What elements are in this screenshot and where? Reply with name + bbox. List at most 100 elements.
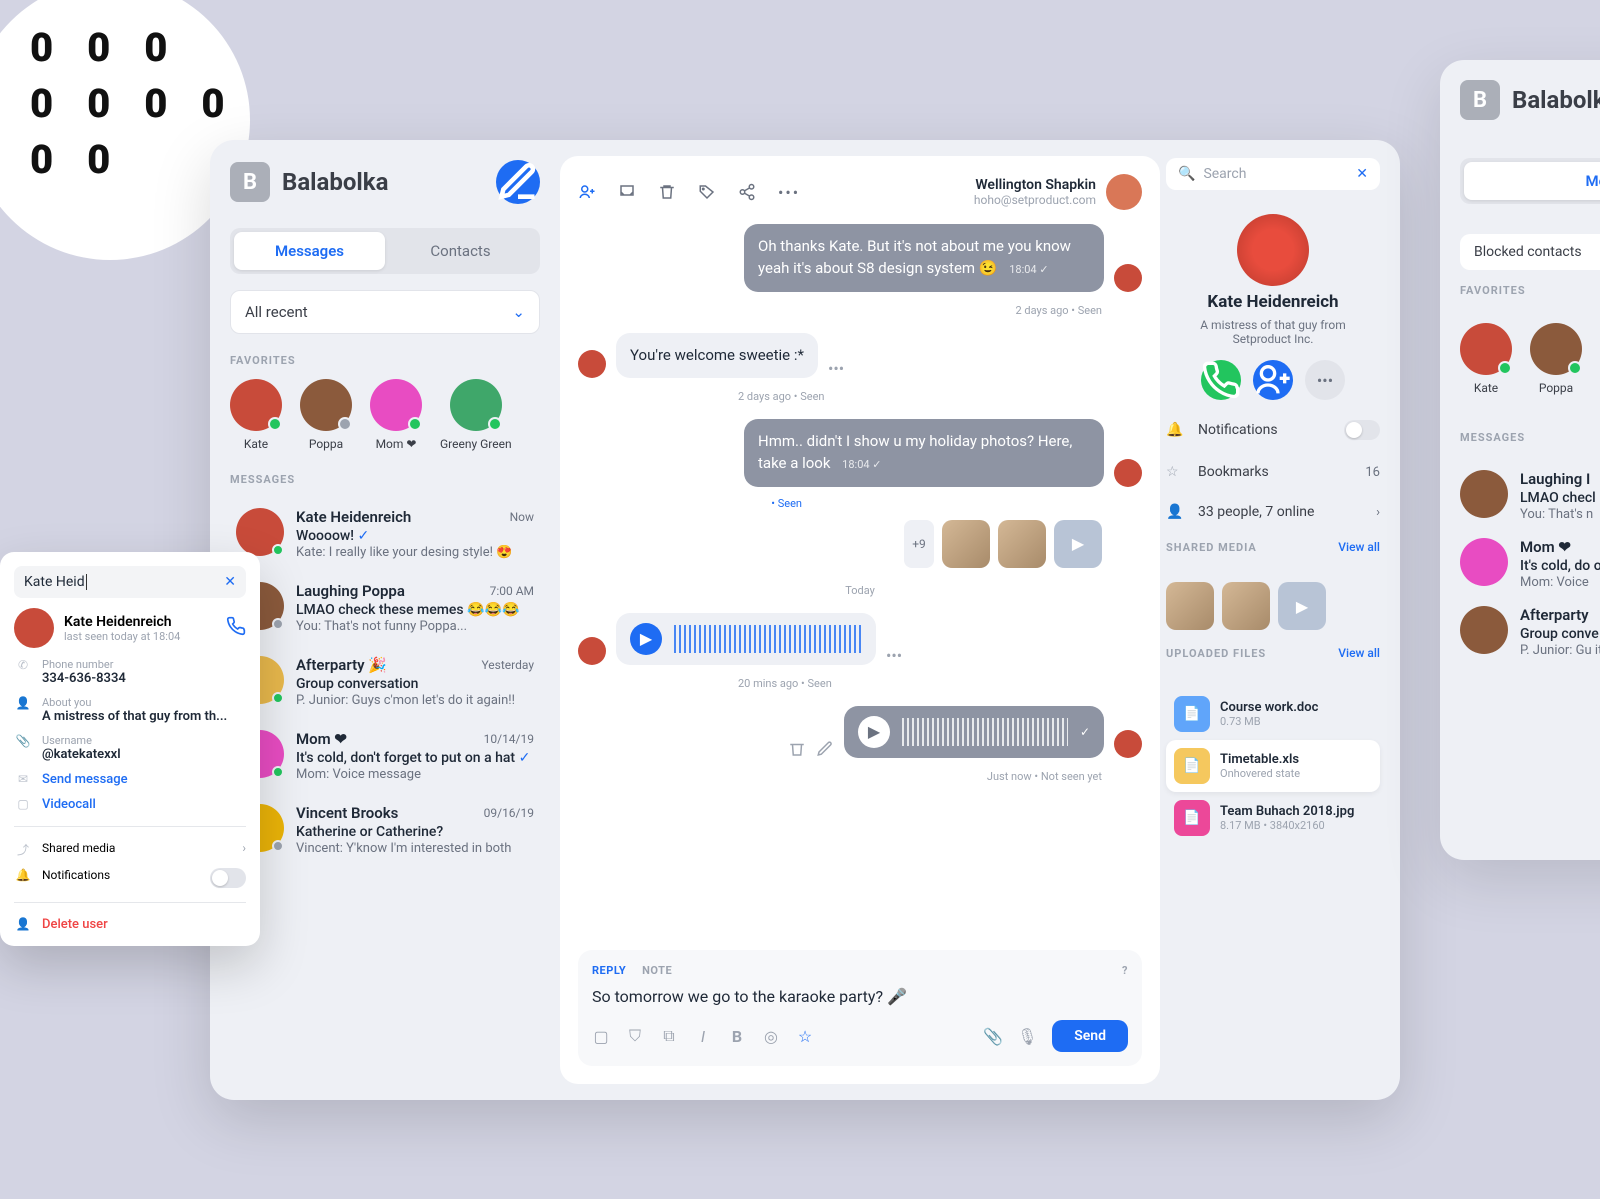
file-item[interactable]: 📄Timetable.xlsOnhovered state	[1166, 740, 1380, 792]
avatar	[578, 637, 606, 665]
filter-dropdown[interactable]: All recent ⌄	[230, 290, 540, 334]
avatar	[1114, 264, 1142, 292]
location-icon[interactable]: ◎	[762, 1027, 780, 1045]
more-icon[interactable]: •••	[778, 183, 800, 202]
main-app-window: B Balabolka Messages Contacts All recent…	[210, 140, 1400, 1100]
message-item[interactable]: Afterparty 🎉YesterdayGroup conversationP…	[230, 646, 540, 718]
tag-icon[interactable]	[698, 183, 716, 201]
message-item[interactable]: Mom ❤It's cold, do on a hatMom: Voice	[1460, 538, 1600, 590]
photo-thumb[interactable]	[998, 520, 1046, 568]
italic-icon[interactable]: I	[694, 1027, 712, 1045]
message-item[interactable]: Laughing ILMAO checlYou: That's n	[1460, 470, 1600, 522]
file-item[interactable]: 📄Team Buhach 2018.jpg8.17 MB • 3840x2160	[1166, 792, 1380, 844]
more-button[interactable]: •••	[1305, 360, 1345, 400]
voice-message[interactable]: ▶	[616, 613, 876, 665]
favorite-item[interactable]: Poppa	[1530, 323, 1582, 395]
chat-user-avatar[interactable]	[1106, 174, 1142, 210]
popup-search[interactable]: Kate Heid ✕	[14, 566, 246, 598]
tab-contacts[interactable]: Contacts	[385, 232, 536, 270]
media-thumb[interactable]	[1222, 582, 1270, 630]
app-logo: B	[230, 162, 270, 202]
favorites-label: FAVORITES	[230, 354, 540, 367]
edit-icon[interactable]	[816, 740, 834, 758]
share-icon: ⤴	[14, 841, 32, 858]
bookmarks-row[interactable]: ☆ Bookmarks 16	[1166, 460, 1380, 484]
composer-tab-note[interactable]: NOTE	[642, 964, 672, 977]
add-user-icon[interactable]	[578, 183, 596, 201]
message-item[interactable]: Mom ❤10/14/19It's cold, don't forget to …	[230, 720, 540, 792]
tab-messages[interactable]: Messages	[1464, 162, 1600, 200]
view-all-link[interactable]: View all	[1338, 540, 1380, 554]
attach-icon[interactable]: 📎	[984, 1027, 1002, 1045]
more-icon[interactable]: •••	[828, 359, 844, 378]
bell-icon: 🔔	[1166, 422, 1186, 438]
call-button[interactable]	[1201, 360, 1241, 400]
people-row[interactable]: 👤 33 people, 7 online ›	[1166, 500, 1380, 524]
message-bubble: Oh thanks Kate. But it's not about me yo…	[744, 224, 1104, 292]
favorite-item[interactable]: Kate	[1460, 323, 1512, 395]
favorite-item[interactable]: Poppa	[300, 379, 352, 451]
video-thumb[interactable]: ▶	[1054, 520, 1102, 568]
notifications-row[interactable]: 🔔 Notifications	[1166, 416, 1380, 444]
tab-messages[interactable]: Messages	[234, 232, 385, 270]
mic-icon[interactable]: 🎙	[1018, 1027, 1036, 1045]
trash-icon[interactable]	[788, 740, 806, 758]
chevron-down-icon: ⌄	[512, 303, 525, 321]
chat-user-name: Wellington Shapkin	[974, 177, 1096, 193]
notifications-toggle[interactable]	[1344, 420, 1380, 440]
search-input[interactable]: 🔍 Search ✕	[1166, 158, 1380, 190]
message-input[interactable]	[592, 987, 1128, 1006]
play-icon[interactable]: ▶	[630, 623, 662, 655]
play-icon[interactable]: ▶	[858, 716, 890, 748]
photo-thumb[interactable]	[942, 520, 990, 568]
shared-media-row[interactable]: ⤴Shared media›	[14, 841, 246, 858]
message-composer: REPLY NOTE ? ▢ ⛉ ⧉ I B ◎ ☆ 📎 🎙 Send	[578, 950, 1142, 1066]
notifications-row[interactable]: 🔔Notifications	[14, 868, 246, 888]
message-item[interactable]: Laughing Poppa7:00 AMLMAO check these me…	[230, 572, 540, 644]
user-icon: 👤	[14, 696, 32, 710]
trash-icon[interactable]	[658, 183, 676, 201]
favorite-item[interactable]: Mom ❤	[370, 379, 422, 451]
file-item[interactable]: 📄Course work.doc0.73 MB	[1166, 688, 1380, 740]
star-icon: ☆	[1166, 464, 1186, 480]
profile-avatar[interactable]	[1237, 214, 1309, 286]
chat-toolbar: ••• Wellington Shapkin hoho@setproduct.c…	[578, 174, 1142, 210]
clear-icon[interactable]: ✕	[224, 574, 236, 590]
message-item[interactable]: Vincent Brooks09/16/19Katherine or Cathe…	[230, 794, 540, 866]
bell-icon: 🔔	[14, 868, 32, 882]
conversation-panel: ••• Wellington Shapkin hoho@setproduct.c…	[560, 156, 1160, 1084]
favorite-item[interactable]: Kate	[230, 379, 282, 451]
voice-message-out[interactable]: ▶ ✓	[844, 706, 1104, 758]
view-all-link[interactable]: View all	[1338, 646, 1380, 660]
message-bubble: You're welcome sweetie :*	[616, 333, 818, 379]
message-item[interactable]: AfterpartyGroup conveP. Junior: Gu it ag…	[1460, 606, 1600, 658]
compose-button[interactable]	[496, 160, 540, 204]
contact-popup: Kate Heid ✕ Kate Heidenreich last seen t…	[0, 552, 260, 946]
more-icon[interactable]: •••	[886, 646, 902, 665]
add-contact-button[interactable]	[1253, 360, 1293, 400]
share-icon[interactable]	[738, 183, 756, 201]
seen-link[interactable]: • Seen	[578, 497, 1142, 510]
copy-icon[interactable]: ⧉	[660, 1027, 678, 1045]
inbox-icon[interactable]	[618, 183, 636, 201]
media-thumb[interactable]	[1166, 582, 1214, 630]
clear-icon[interactable]: ✕	[1356, 166, 1368, 182]
more-photos-badge[interactable]: +9	[904, 520, 934, 568]
image-icon[interactable]: ▢	[592, 1027, 610, 1045]
call-icon[interactable]	[226, 616, 246, 640]
bookmark-icon[interactable]: ⛉	[626, 1027, 644, 1045]
delete-user-link[interactable]: Delete user	[42, 917, 108, 932]
star-icon[interactable]: ☆	[796, 1027, 814, 1045]
send-message-link[interactable]: Send message	[42, 772, 128, 787]
toggle[interactable]	[210, 868, 246, 888]
media-video-thumb[interactable]: ▶	[1278, 582, 1326, 630]
videocall-link[interactable]: Videocall	[42, 797, 96, 812]
message-item[interactable]: Kate HeidenreichNowWoooow! ✓Kate: I real…	[230, 498, 540, 570]
avatar	[578, 350, 606, 378]
blocked-contacts[interactable]: Blocked contacts	[1460, 234, 1600, 270]
help-icon[interactable]: ?	[1122, 964, 1128, 977]
bold-icon[interactable]: B	[728, 1027, 746, 1045]
send-button[interactable]: Send	[1052, 1020, 1128, 1052]
favorite-item[interactable]: Greeny Green	[440, 379, 512, 451]
composer-tab-reply[interactable]: REPLY	[592, 964, 626, 977]
